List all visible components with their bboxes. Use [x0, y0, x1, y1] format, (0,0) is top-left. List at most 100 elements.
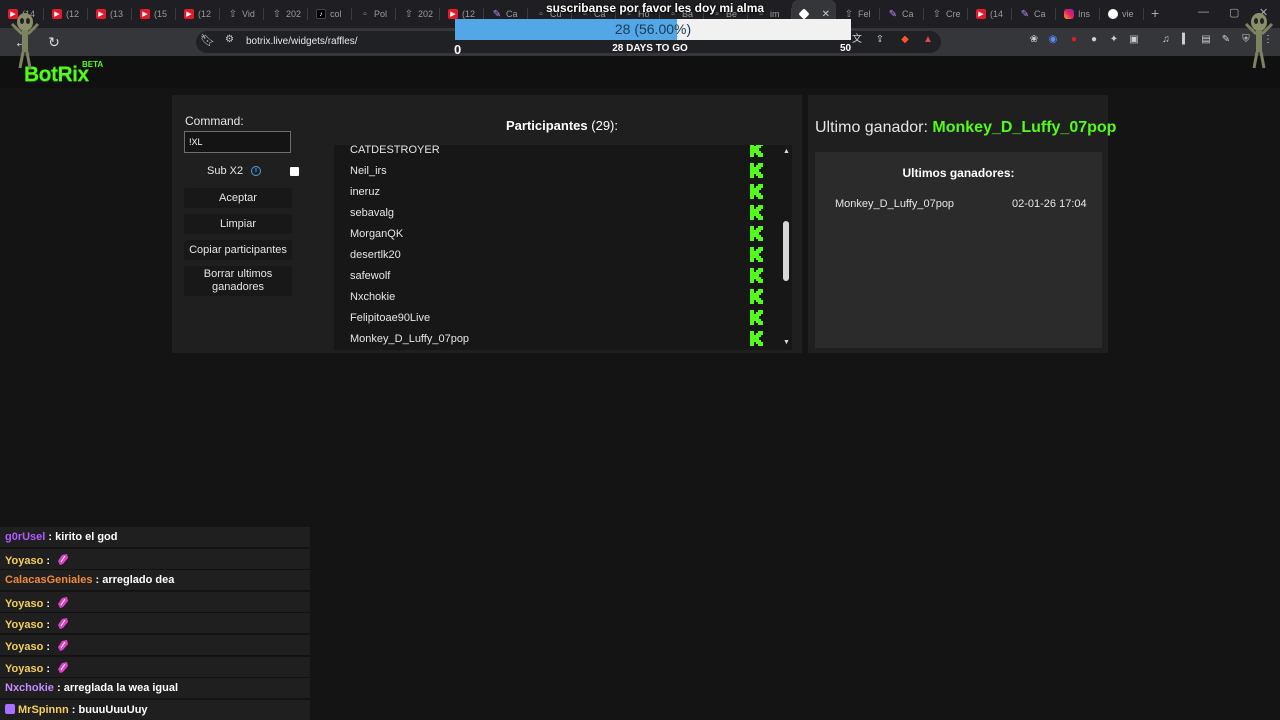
participants-count: (29):	[591, 118, 618, 133]
chat-username: Yoyaso	[5, 662, 44, 675]
participant-name: safewolf	[350, 270, 391, 282]
minimize-icon[interactable]: —	[1198, 6, 1209, 18]
participant-row: sebavalg	[334, 203, 774, 224]
accept-button[interactable]: Aceptar	[184, 188, 292, 208]
participants-list[interactable]: CATDESTROYER Neil_irs ineruz sebavalg Morgan…	[334, 145, 792, 350]
sub-x2-checkbox[interactable]	[290, 167, 299, 176]
command-input[interactable]	[184, 131, 291, 153]
chat-message: Nxchokie : arreglada la wea igual	[0, 678, 310, 700]
extension-icon-2[interactable]: ◉	[1047, 34, 1059, 46]
emote-icon	[58, 618, 69, 630]
browser-tab[interactable]: ⇧ 202	[264, 0, 308, 28]
translate-icon[interactable]: 文	[851, 34, 863, 46]
kick-icon	[750, 289, 763, 304]
extension-icon-3[interactable]: ●	[1068, 34, 1080, 46]
participants-scrollbar[interactable]: ▲ ▼	[781, 145, 792, 350]
youtube-icon: ▶	[184, 9, 194, 19]
chat-username: Nxchokie	[5, 682, 54, 695]
browser-tab[interactable]: ▶ (13	[88, 0, 132, 28]
extension-icon-5[interactable]: ✦	[1108, 34, 1120, 46]
chat-line: Yoyaso :	[5, 617, 69, 631]
browser-tab[interactable]: ▶ (12	[176, 0, 220, 28]
wallet-icon[interactable]: ▤	[1200, 34, 1212, 46]
browser-tab-label: Vid	[242, 9, 255, 19]
upload-icon: ⇧	[932, 8, 942, 20]
kick-icon	[750, 184, 763, 199]
chat-overlay: g0rUsel : kirito el god Yoyaso : CalacasG…	[0, 527, 310, 720]
site-info-icon[interactable]: ⚙	[225, 34, 234, 45]
kick-icon	[750, 163, 763, 178]
browser-tab-label: (12	[66, 9, 80, 19]
extension-icon-4[interactable]: ●	[1088, 34, 1100, 46]
browser-tab[interactable]: ✎ Ca	[880, 0, 924, 28]
browser-tab[interactable]: ▫ Pol	[352, 0, 396, 28]
sidebar-icon[interactable]: ▍	[1180, 34, 1192, 46]
chat-message: Yoyaso :	[0, 591, 310, 613]
scroll-thumb[interactable]	[783, 221, 789, 281]
emote-icon	[58, 640, 69, 651]
chat-text: kirito el god	[55, 531, 118, 543]
browser-tab-label: Fel	[858, 9, 871, 19]
bookmark-icon[interactable]: 🔖︎	[200, 33, 215, 47]
kick-icon	[750, 268, 763, 283]
extension-icon-6[interactable]: ▣	[1128, 34, 1140, 46]
maximize-icon[interactable]: ▢	[1229, 6, 1239, 19]
chat-message: MrSpinnn : buuuUuuUuy	[0, 699, 310, 720]
chat-separator: :	[92, 574, 103, 587]
chat-separator: :	[43, 662, 54, 675]
clear-button[interactable]: Limpiar	[184, 214, 292, 234]
youtube-icon: ▶	[976, 9, 986, 19]
extension-icon-1[interactable]: ❀	[1028, 34, 1040, 46]
browser-tab-label: (15	[154, 9, 168, 19]
chat-separator: :	[43, 619, 54, 632]
browser-tab-label: (12	[198, 9, 212, 19]
emote-icon	[58, 661, 69, 673]
browser-tab-label: Ca	[1034, 9, 1046, 19]
browser-tab[interactable]: ▶ (15	[132, 0, 176, 28]
chat-message: CalacasGeniales : arreglado dea	[0, 570, 310, 592]
share-icon[interactable]: ⇪	[874, 34, 886, 46]
brave-shield-icon[interactable]: ◆	[899, 34, 911, 46]
browser-tab[interactable]: Ins	[1056, 0, 1100, 28]
new-tab-button[interactable]: +	[1143, 5, 1167, 21]
chat-username: Yoyaso	[5, 554, 44, 567]
tiktok-icon: ♪	[316, 9, 326, 19]
kick-icon	[750, 226, 763, 241]
youtube-icon: ▶	[96, 9, 106, 19]
chat-separator: :	[43, 597, 54, 610]
participant-row: CATDESTROYER	[334, 145, 774, 161]
participant-name: sebavalg	[350, 207, 395, 219]
browser-tab-label: Cre	[946, 9, 961, 19]
participant-name: MorganQK	[350, 228, 404, 240]
scroll-up-icon[interactable]: ▲	[781, 147, 792, 156]
browser-tab[interactable]: ⇧ 202	[396, 0, 440, 28]
music-icon[interactable]: ♫	[1160, 34, 1172, 46]
info-icon[interactable]: i	[251, 166, 261, 176]
reload-icon[interactable]: ↻	[45, 33, 63, 51]
extensions-puzzle-icon[interactable]: ✎	[1220, 34, 1232, 46]
copy-participants-button[interactable]: Copiar participantes	[184, 240, 292, 260]
rewards-icon[interactable]: ▲	[922, 34, 934, 46]
url-text[interactable]: botrix.live/widgets/raffles/	[246, 36, 358, 47]
browser-tab[interactable]: ✎ Ca	[1012, 0, 1056, 28]
browser-tab[interactable]: ⇧ Vid	[220, 0, 264, 28]
command-label: Command:	[185, 114, 244, 128]
participant-name: CATDESTROYER	[350, 145, 440, 156]
chat-username: CalacasGeniales	[5, 574, 93, 587]
chat-separator: :	[45, 531, 56, 543]
browser-tab[interactable]: ▶ (14	[968, 0, 1012, 28]
upload-icon: ⇧	[272, 8, 282, 20]
screen: ▶ (14 ▶ (12 ▶ (13 ▶ (15 ▶ (12 ⇧ Vid ⇧ 202 ♪ col ▫ Pol ⇧ 202…	[0, 0, 1280, 720]
browser-tab[interactable]: vie	[1100, 0, 1144, 28]
browser-tab-label: 202	[286, 9, 302, 19]
browser-tab[interactable]: ▶ (12	[44, 0, 88, 28]
participant-name: Monkey_D_Luffy_07pop	[350, 333, 470, 345]
participant-row: safewolf	[334, 266, 774, 287]
delete-winners-button[interactable]: Borrar ultimos ganadores	[184, 266, 292, 296]
scroll-down-icon[interactable]: ▼	[781, 338, 792, 347]
browser-tab-label: 202	[418, 9, 434, 19]
browser-tab-label: Ca	[902, 9, 914, 19]
chat-message: Yoyaso :	[0, 635, 310, 656]
browser-tab[interactable]: ♪ col	[308, 0, 352, 28]
browser-tab[interactable]: ⇧ Cre	[924, 0, 968, 28]
